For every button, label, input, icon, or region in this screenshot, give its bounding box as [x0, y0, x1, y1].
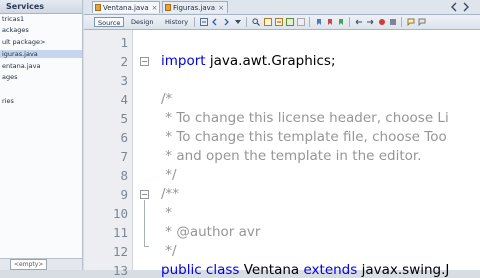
code-line-7: * and open the template in the editor.: [161, 148, 422, 164]
toggle-rectangular-selection-icon[interactable]: [297, 18, 305, 26]
forward-icon[interactable]: [462, 2, 470, 12]
line-number: 11: [112, 225, 128, 240]
uncomment-icon[interactable]: [418, 18, 426, 26]
tab-label: Ventana.java: [103, 4, 149, 12]
services-tab[interactable]: Services: [0, 0, 82, 14]
class-name: Ventana: [239, 262, 304, 278]
code-line-13: public class Ventana extends javax.swing…: [161, 262, 449, 278]
keyword-import: import: [161, 53, 206, 69]
fold-toggle-javadoc[interactable]: −: [140, 190, 149, 199]
comment-icon[interactable]: [407, 18, 415, 26]
line-number: 6: [120, 130, 128, 145]
import-target: java.awt.Graphics;: [205, 53, 336, 69]
line-number: 4: [120, 92, 128, 107]
tab-ventana-java[interactable]: Ventana.java ×: [92, 1, 160, 13]
tree-item-ventana-java[interactable]: entana.java: [2, 62, 40, 70]
code-line-8: */: [161, 167, 177, 183]
search-icon[interactable]: [252, 18, 260, 26]
tree-item-libraries[interactable]: ries: [2, 97, 14, 105]
line-number: 12: [112, 244, 128, 259]
code-line-4: /*: [161, 91, 173, 107]
tree-item-figuras-java[interactable]: iguras.java: [0, 50, 82, 58]
line-number: 13: [112, 263, 128, 278]
line-number: 5: [120, 111, 128, 126]
code-line-6: * To change this template file, choose T…: [161, 129, 447, 145]
tree-item-default-package[interactable]: ult package>: [2, 38, 45, 46]
code-line-9: /**: [161, 186, 180, 202]
code-line-2: import java.awt.Graphics;: [161, 53, 336, 69]
source-button[interactable]: Source: [94, 17, 125, 27]
navigator-dropdown[interactable]: <empty>: [10, 259, 48, 270]
code-line-10: *: [161, 205, 173, 221]
close-icon[interactable]: ×: [218, 4, 224, 12]
navigator-bar: <empty>: [0, 258, 82, 270]
find-next-icon[interactable]: [275, 18, 283, 26]
design-button[interactable]: Design: [128, 17, 156, 27]
line-number: 10: [112, 206, 128, 221]
file-icon: [165, 4, 171, 11]
back-icon[interactable]: [211, 18, 219, 26]
tab-label: Figuras.java: [173, 4, 216, 12]
tree-item-packages[interactable]: ages: [2, 73, 18, 81]
toggle-bookmark-icon[interactable]: [337, 18, 345, 26]
last-edit-icon[interactable]: [200, 18, 208, 26]
line-number: 3: [120, 73, 128, 88]
keyword-public: public: [161, 262, 202, 278]
stop-macro-icon[interactable]: [389, 18, 397, 26]
line-number: 8: [120, 168, 128, 183]
fold-toggle-import[interactable]: −: [140, 57, 149, 66]
history-button[interactable]: History: [162, 17, 191, 27]
shift-left-icon[interactable]: [355, 18, 363, 26]
superclass-name: javax.swing.J: [357, 262, 450, 278]
previous-bookmark-icon[interactable]: [315, 18, 323, 26]
start-macro-icon[interactable]: [378, 18, 386, 26]
close-icon[interactable]: ×: [152, 4, 158, 12]
tree-item-project[interactable]: tricas1: [2, 15, 24, 23]
code-editor[interactable]: 1 2 3 4 5 6 7 8 9 10 11 12 13 − − import…: [84, 30, 480, 278]
shift-right-icon[interactable]: [366, 18, 374, 26]
code-line-5: * To change this license header, choose …: [161, 110, 449, 126]
tab-figuras-java[interactable]: Figuras.java ×: [162, 1, 228, 13]
projects-panel: Services tricas1 ackages ult package> ig…: [0, 0, 83, 270]
editor-toolbar: Source Design History: [84, 15, 480, 30]
keyword-extends: extends: [303, 262, 358, 278]
find-previous-icon[interactable]: [264, 18, 272, 26]
line-number: 1: [120, 35, 128, 50]
code-line-11: * @author avr: [161, 224, 261, 240]
fold-line: [144, 200, 145, 246]
editor-tab-bar: Ventana.java × Figuras.java ×: [84, 0, 480, 15]
forward-icon[interactable]: [222, 18, 230, 26]
line-number: 7: [120, 149, 128, 164]
tree-item-source-packages[interactable]: ackages: [2, 26, 29, 34]
line-number: 9: [120, 187, 128, 202]
line-number: 2: [120, 54, 128, 69]
back-icon[interactable]: [450, 2, 458, 12]
keyword-class: class: [205, 262, 240, 278]
line-number-gutter: 1 2 3 4 5 6 7 8 9 10 11 12 13: [84, 30, 133, 278]
file-icon: [95, 4, 101, 11]
dropdown-icon[interactable]: [234, 18, 242, 26]
toggle-highlight-icon[interactable]: [286, 18, 294, 26]
next-bookmark-icon[interactable]: [326, 18, 334, 26]
code-line-12: */: [161, 243, 177, 259]
